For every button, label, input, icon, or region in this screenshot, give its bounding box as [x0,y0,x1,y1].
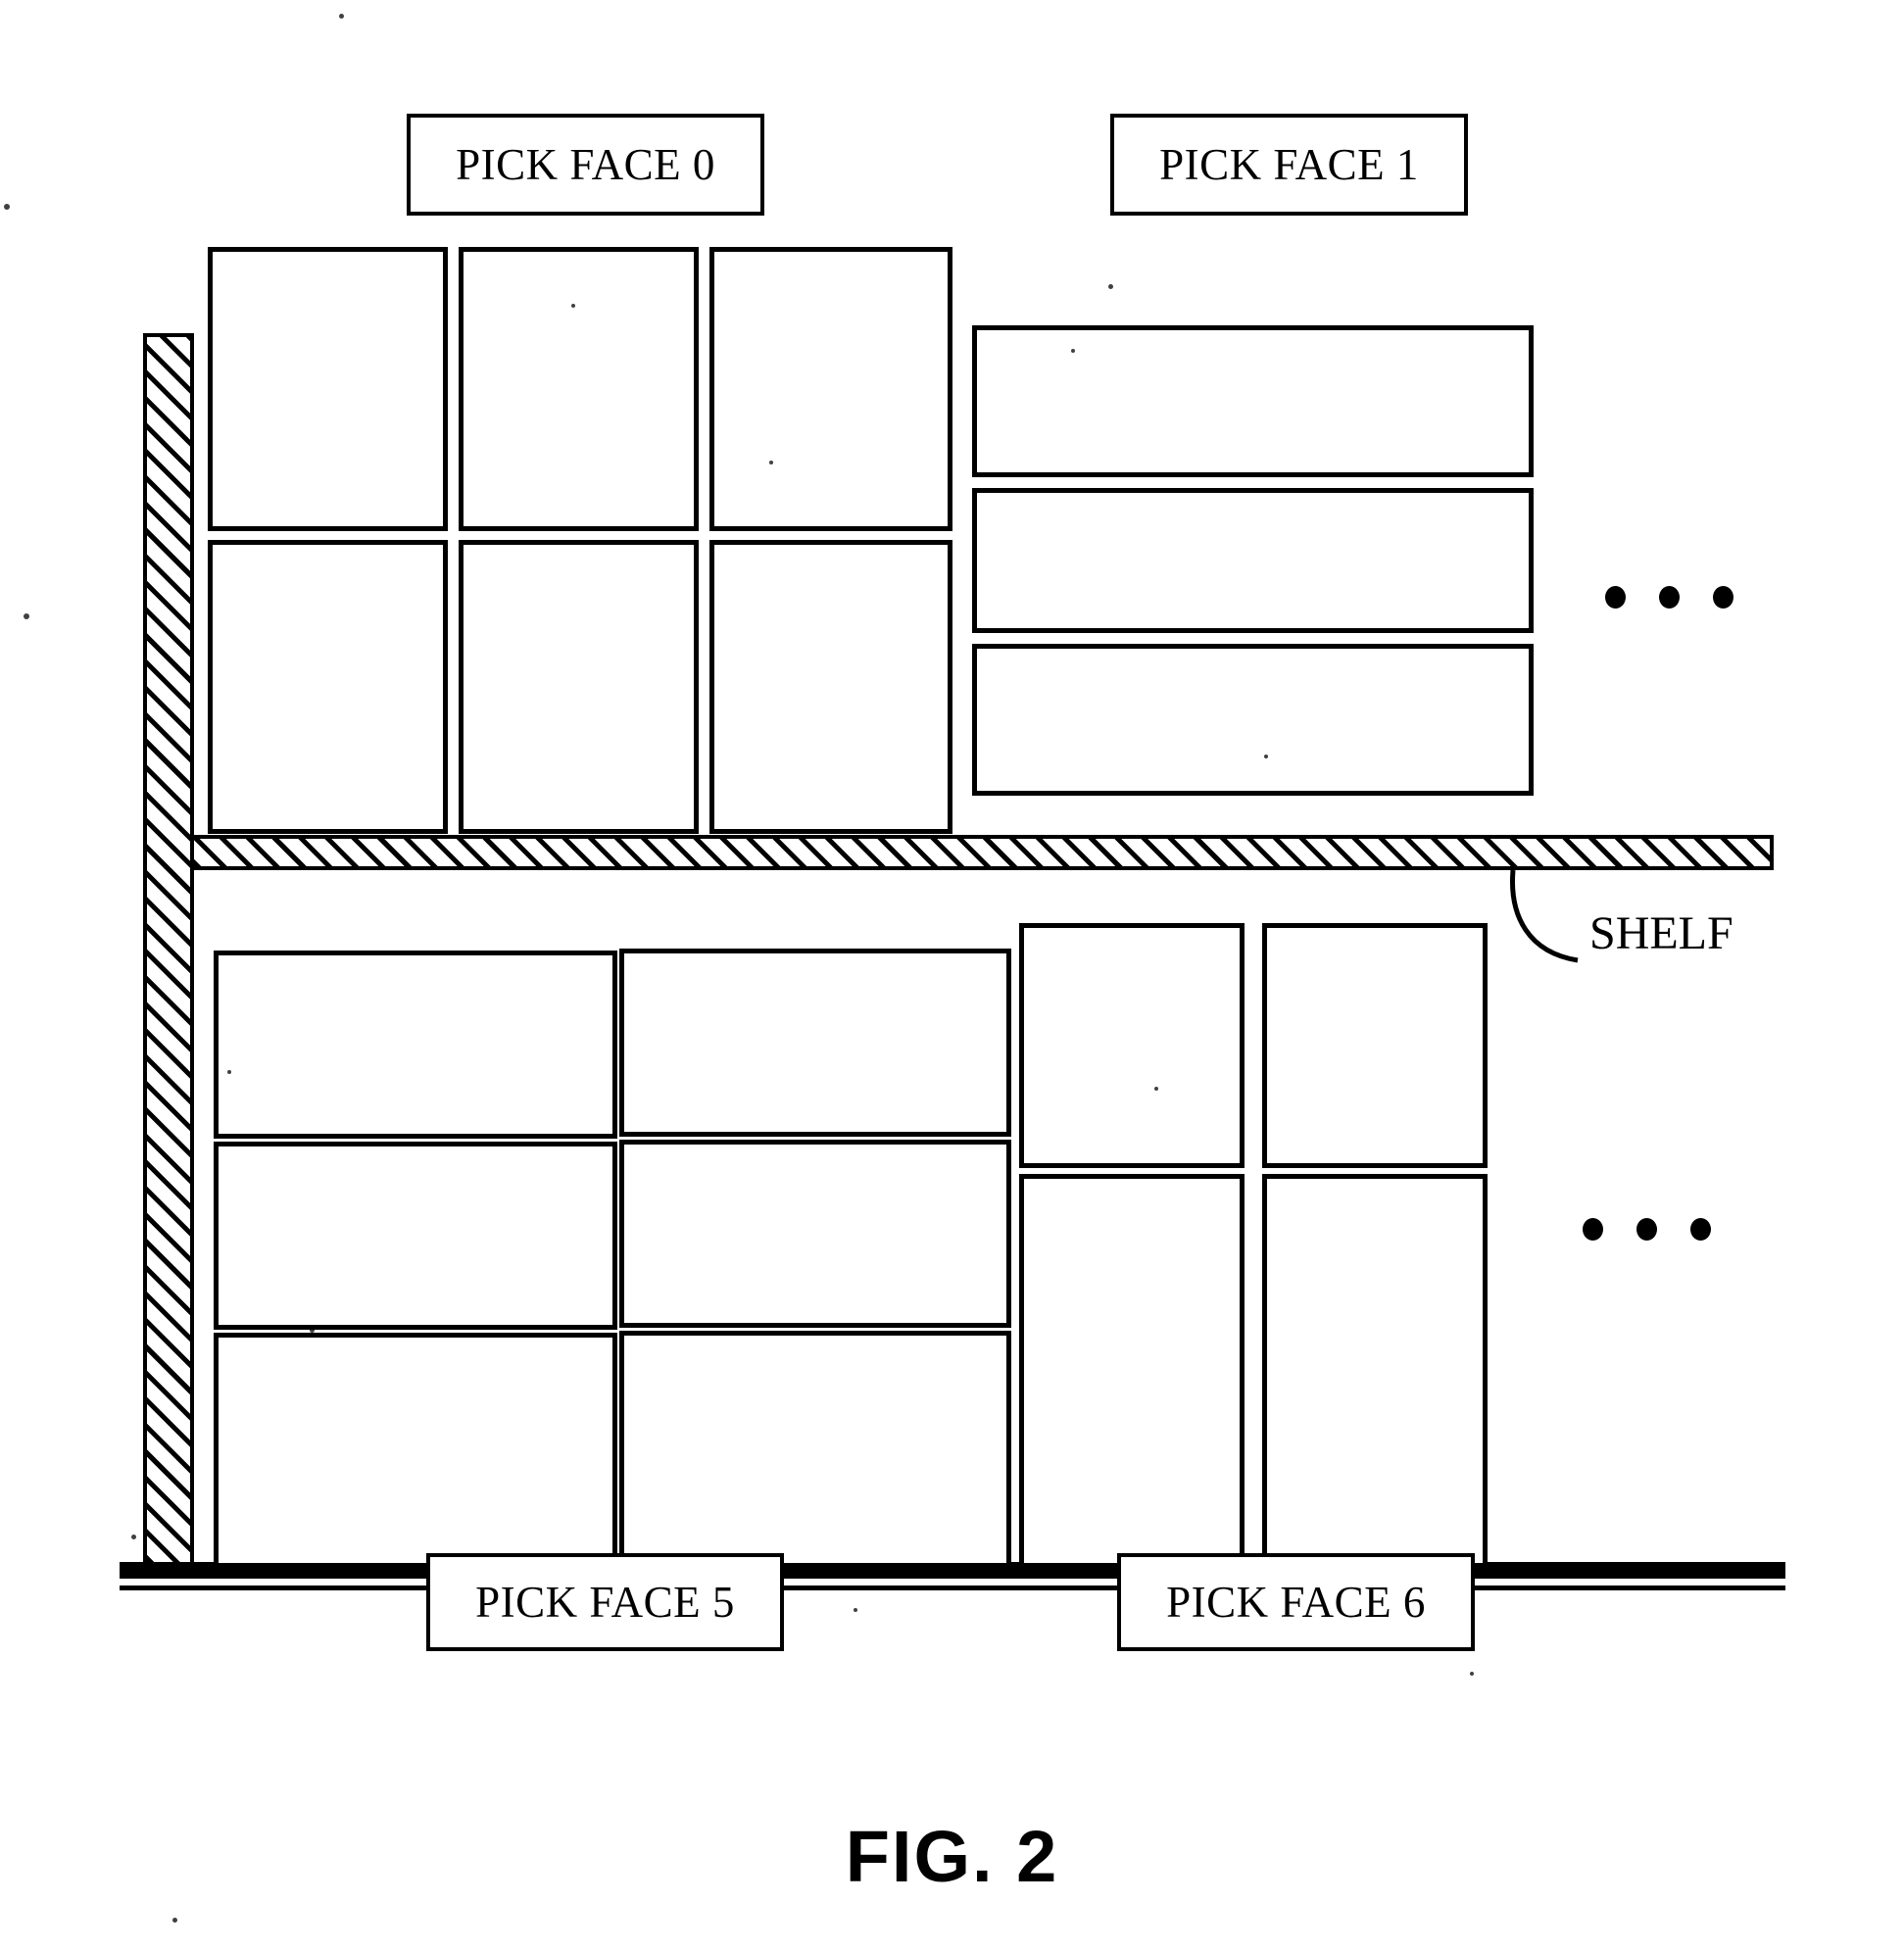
rack-upright-post [143,333,194,1566]
scan-speck [310,1328,315,1333]
bin [1262,923,1488,1168]
scan-speck [1071,349,1075,353]
ellipsis-upper [1605,586,1733,609]
label-pick-face-0-text: PICK FACE 0 [456,140,715,189]
bin [214,1333,617,1568]
scan-speck [854,1608,857,1612]
label-pick-face-5-text: PICK FACE 5 [475,1578,735,1627]
ellipsis-lower [1583,1218,1711,1241]
scan-speck [1108,284,1113,289]
dot-icon [1605,586,1626,609]
scan-speck [339,14,344,19]
shelf-beam [190,835,1774,870]
scan-speck [571,304,575,308]
bin [709,540,952,834]
scan-speck [227,1070,231,1074]
floor-line-secondary [120,1585,1785,1590]
label-pick-face-1-text: PICK FACE 1 [1159,140,1419,189]
dot-icon [1636,1218,1657,1241]
bin [214,1142,617,1330]
dot-icon [1659,586,1680,609]
bin [972,488,1534,633]
dot-icon [1713,586,1733,609]
bin [1019,1174,1245,1568]
shelf-leader-line [1510,869,1579,963]
bin [1262,1174,1488,1568]
bin [208,247,448,531]
label-pick-face-6: PICK FACE 6 [1117,1553,1475,1651]
bin [972,644,1534,796]
dot-icon [1690,1218,1711,1241]
bin [619,1331,1011,1568]
scan-speck [1154,1087,1158,1091]
dot-icon [1583,1218,1603,1241]
bin [208,540,448,834]
scan-speck [1470,1672,1474,1676]
bin [619,1140,1011,1328]
bin [972,325,1534,477]
scan-speck [769,461,773,464]
bin [1019,923,1245,1168]
bin [214,951,617,1139]
scan-speck [4,204,10,210]
figure-caption: FIG. 2 [845,1816,1059,1897]
shelf-label: SHELF [1589,907,1733,959]
bin [709,247,952,531]
label-pick-face-5: PICK FACE 5 [426,1553,784,1651]
patent-figure-page: PICK FACE 0 PICK FACE 1 PICK FACE 5 PICK… [0,0,1904,1951]
scan-speck [1264,755,1268,758]
scan-speck [131,1535,136,1539]
bin [459,540,699,834]
label-pick-face-6-text: PICK FACE 6 [1166,1578,1426,1627]
label-pick-face-0: PICK FACE 0 [407,114,764,216]
label-pick-face-1: PICK FACE 1 [1110,114,1468,216]
scan-speck [172,1918,177,1923]
bin [619,949,1011,1137]
bin [459,247,699,531]
scan-speck [24,613,29,619]
